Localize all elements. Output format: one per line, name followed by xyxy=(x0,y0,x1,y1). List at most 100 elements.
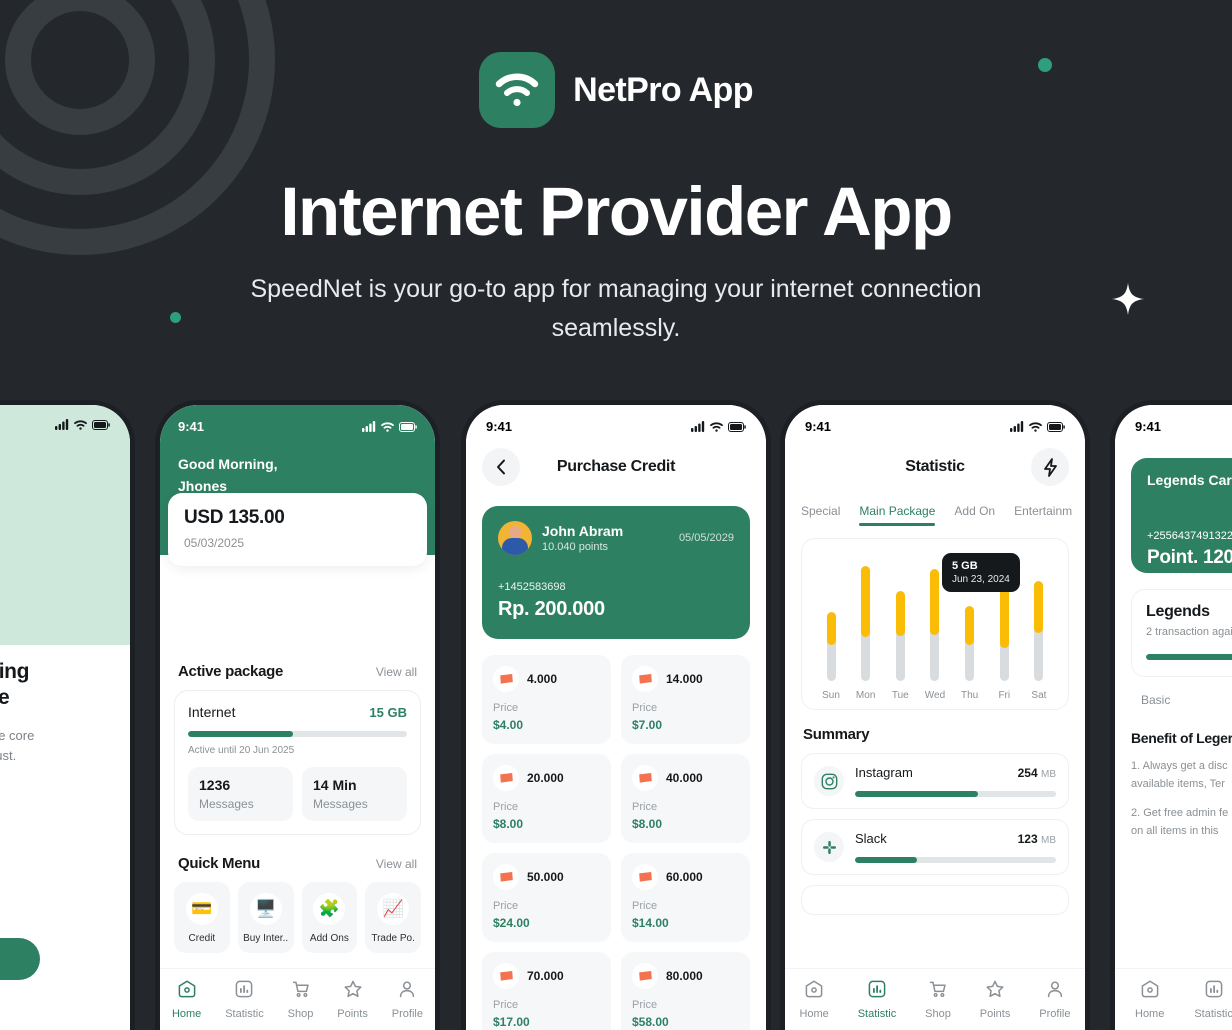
usage-value: 123 MB xyxy=(1018,832,1056,846)
credit-amount: 60.000 xyxy=(666,870,703,884)
chart-column[interactable]: Tue xyxy=(887,591,913,701)
chart-bar[interactable] xyxy=(930,568,940,681)
chart-column[interactable]: Mon xyxy=(853,566,879,701)
chart-bar[interactable] xyxy=(826,612,836,681)
package-stats: 1236 Messages 14 Min Messages xyxy=(188,767,407,821)
home-icon xyxy=(178,980,195,998)
nav-item-home[interactable]: Home xyxy=(172,979,201,1020)
legends-screen: 9:41 Legends Card +25564374913221 Point.… xyxy=(1115,405,1232,1030)
credit-card-icon: 💳 xyxy=(185,893,218,925)
home-icon xyxy=(1141,980,1159,998)
cellular-icon xyxy=(1010,421,1024,432)
credit-price: $4.00 xyxy=(493,718,524,732)
credit-option-card[interactable]: 50.000 Price $24.00 xyxy=(482,853,611,942)
summary-item-slack[interactable]: Slack 123 MB xyxy=(801,819,1069,875)
quick-menu-item-add-ons[interactable]: 🧩 Add Ons xyxy=(301,882,358,953)
nav-item-statistic[interactable]: Statistic xyxy=(225,979,264,1020)
credit-option-card[interactable]: 14.000 Price $7.00 xyxy=(621,655,750,744)
nav-item-shop[interactable]: Shop xyxy=(288,979,313,1020)
balance-card[interactable]: USD 135.00 05/03/2025 xyxy=(168,493,427,566)
tab-add-on[interactable]: Add On xyxy=(954,504,995,526)
statistic-screen: 9:41 Statistic Special Main Package Add … xyxy=(785,405,1085,1030)
avatar xyxy=(498,521,532,555)
price-label: Price xyxy=(493,801,519,813)
nav-label: Points xyxy=(979,1008,1011,1020)
benefit-1-line2: available items, Ter xyxy=(1131,778,1225,791)
nav-item-points[interactable]: Points xyxy=(979,979,1011,1020)
slack-icon xyxy=(814,832,844,862)
chart-bar-fill xyxy=(895,591,905,636)
home-icon xyxy=(805,980,823,998)
nav-item-profile[interactable]: Profile xyxy=(392,979,423,1020)
nav-item-profile[interactable]: Profile xyxy=(1039,979,1070,1020)
summary-item-partial[interactable] xyxy=(801,885,1069,915)
tier-name: Legends xyxy=(1146,603,1210,620)
wifi-status-icon xyxy=(74,420,87,430)
status-bar: 9:41 xyxy=(1115,405,1232,434)
summary-row: Instagram 254 MB xyxy=(855,765,1056,780)
view-all-link[interactable]: View all xyxy=(376,857,417,871)
active-package-card[interactable]: Internet 15 GB Active until 20 Jun 2025 … xyxy=(174,690,421,835)
chart-icon: 📈 xyxy=(377,893,410,925)
onboarding-title: lightning ndable xyxy=(0,659,130,712)
credit-option-card[interactable]: 20.000 Price $8.00 xyxy=(482,754,611,843)
statistic-tabs: Special Main Package Add On Entertainm xyxy=(785,504,1085,526)
credit-option-card[interactable]: 60.000 Price $14.00 xyxy=(621,853,750,942)
chart-bar[interactable] xyxy=(965,606,975,681)
nav-item-home[interactable]: Home xyxy=(799,979,829,1020)
credit-price: $8.00 xyxy=(493,817,524,831)
legends-tier-card[interactable]: Legends 2 transaction again xyxy=(1131,589,1232,677)
chart-bars-icon xyxy=(236,980,253,998)
cellular-icon xyxy=(362,421,376,432)
nav-label: Profile xyxy=(1039,1008,1071,1020)
usage-progress-bar xyxy=(855,791,1056,797)
chart-tooltip: 5 GB Jun 23, 2024 xyxy=(942,553,1020,592)
chart-column[interactable]: Sun xyxy=(818,612,844,701)
usage-chart-card: Sun Mon Tue Wed Thu Fri Sat 5 GB Jun 23, 2024 xyxy=(801,538,1069,710)
brand-lockup: NetPro App xyxy=(0,0,1232,128)
credit-option-header: 80.000 xyxy=(632,963,739,989)
quick-menu-item-buy-internet[interactable]: 🖥️ Buy Inter.. xyxy=(237,882,294,953)
chart-bar[interactable] xyxy=(1034,581,1044,681)
price-label: Price xyxy=(493,900,519,912)
credit-option-card[interactable]: 40.000 Price $8.00 xyxy=(621,754,750,843)
view-all-link[interactable]: View all xyxy=(376,665,417,679)
legends-card[interactable]: Legends Card +25564374913221 Point. 120.… xyxy=(1131,458,1232,573)
nav-item-shop[interactable]: Shop xyxy=(925,979,951,1020)
tab-main-package[interactable]: Main Package xyxy=(859,504,936,526)
chart-column[interactable]: Thu xyxy=(957,606,983,701)
nav-item-points[interactable]: Points xyxy=(337,979,368,1020)
credit-amount: 40.000 xyxy=(666,771,703,785)
user-credit-card[interactable]: John Abram 10.040 points 05/05/2029 +145… xyxy=(482,506,750,639)
nav-item-statistic[interactable]: Statistic xyxy=(858,979,896,1020)
chart-bar[interactable] xyxy=(895,591,905,681)
price-label: Price xyxy=(632,900,658,912)
nav-item-statistic[interactable]: Statistic xyxy=(1194,979,1232,1020)
quick-menu-item-trade-points[interactable]: 📈 Trade Po. xyxy=(365,882,421,953)
onboarding-copy: lightning ndable t has three core tend t… xyxy=(0,645,130,767)
puzzle-icon: 🧩 xyxy=(313,893,346,925)
tab-special[interactable]: Special xyxy=(801,504,840,526)
credit-option-header: 40.000 xyxy=(632,765,739,791)
credit-option-header: 14.000 xyxy=(632,666,739,692)
quick-menu-label: Trade Po. xyxy=(371,933,415,944)
onboarding-cta-button[interactable] xyxy=(0,938,40,980)
app-logo xyxy=(479,52,556,128)
chart-column[interactable]: Sat xyxy=(1026,581,1052,701)
chart-bar[interactable] xyxy=(861,566,871,681)
credit-option-card[interactable]: 4.000 Price $4.00 xyxy=(482,655,611,744)
tab-entertainm[interactable]: Entertainm xyxy=(1014,504,1072,526)
credit-price: $17.00 xyxy=(493,1015,530,1029)
credit-option-card[interactable]: 80.000 Price $58.00 xyxy=(621,952,750,1030)
ticket-icon xyxy=(493,963,519,989)
chart-bar-fill xyxy=(861,566,871,638)
nav-label: Shop xyxy=(925,1008,951,1020)
status-bar: 9:41 xyxy=(466,405,766,434)
credit-option-card[interactable]: 70.000 Price $17.00 xyxy=(482,952,611,1030)
price-label: Price xyxy=(632,999,658,1011)
quick-menu-item-credit[interactable]: 💳 Credit xyxy=(174,882,230,953)
summary-item-instagram[interactable]: Instagram 254 MB xyxy=(801,753,1069,809)
ticket-icon xyxy=(493,666,519,692)
tab-basic[interactable]: Basic xyxy=(1141,693,1170,714)
nav-item-home[interactable]: Home xyxy=(1135,979,1164,1020)
